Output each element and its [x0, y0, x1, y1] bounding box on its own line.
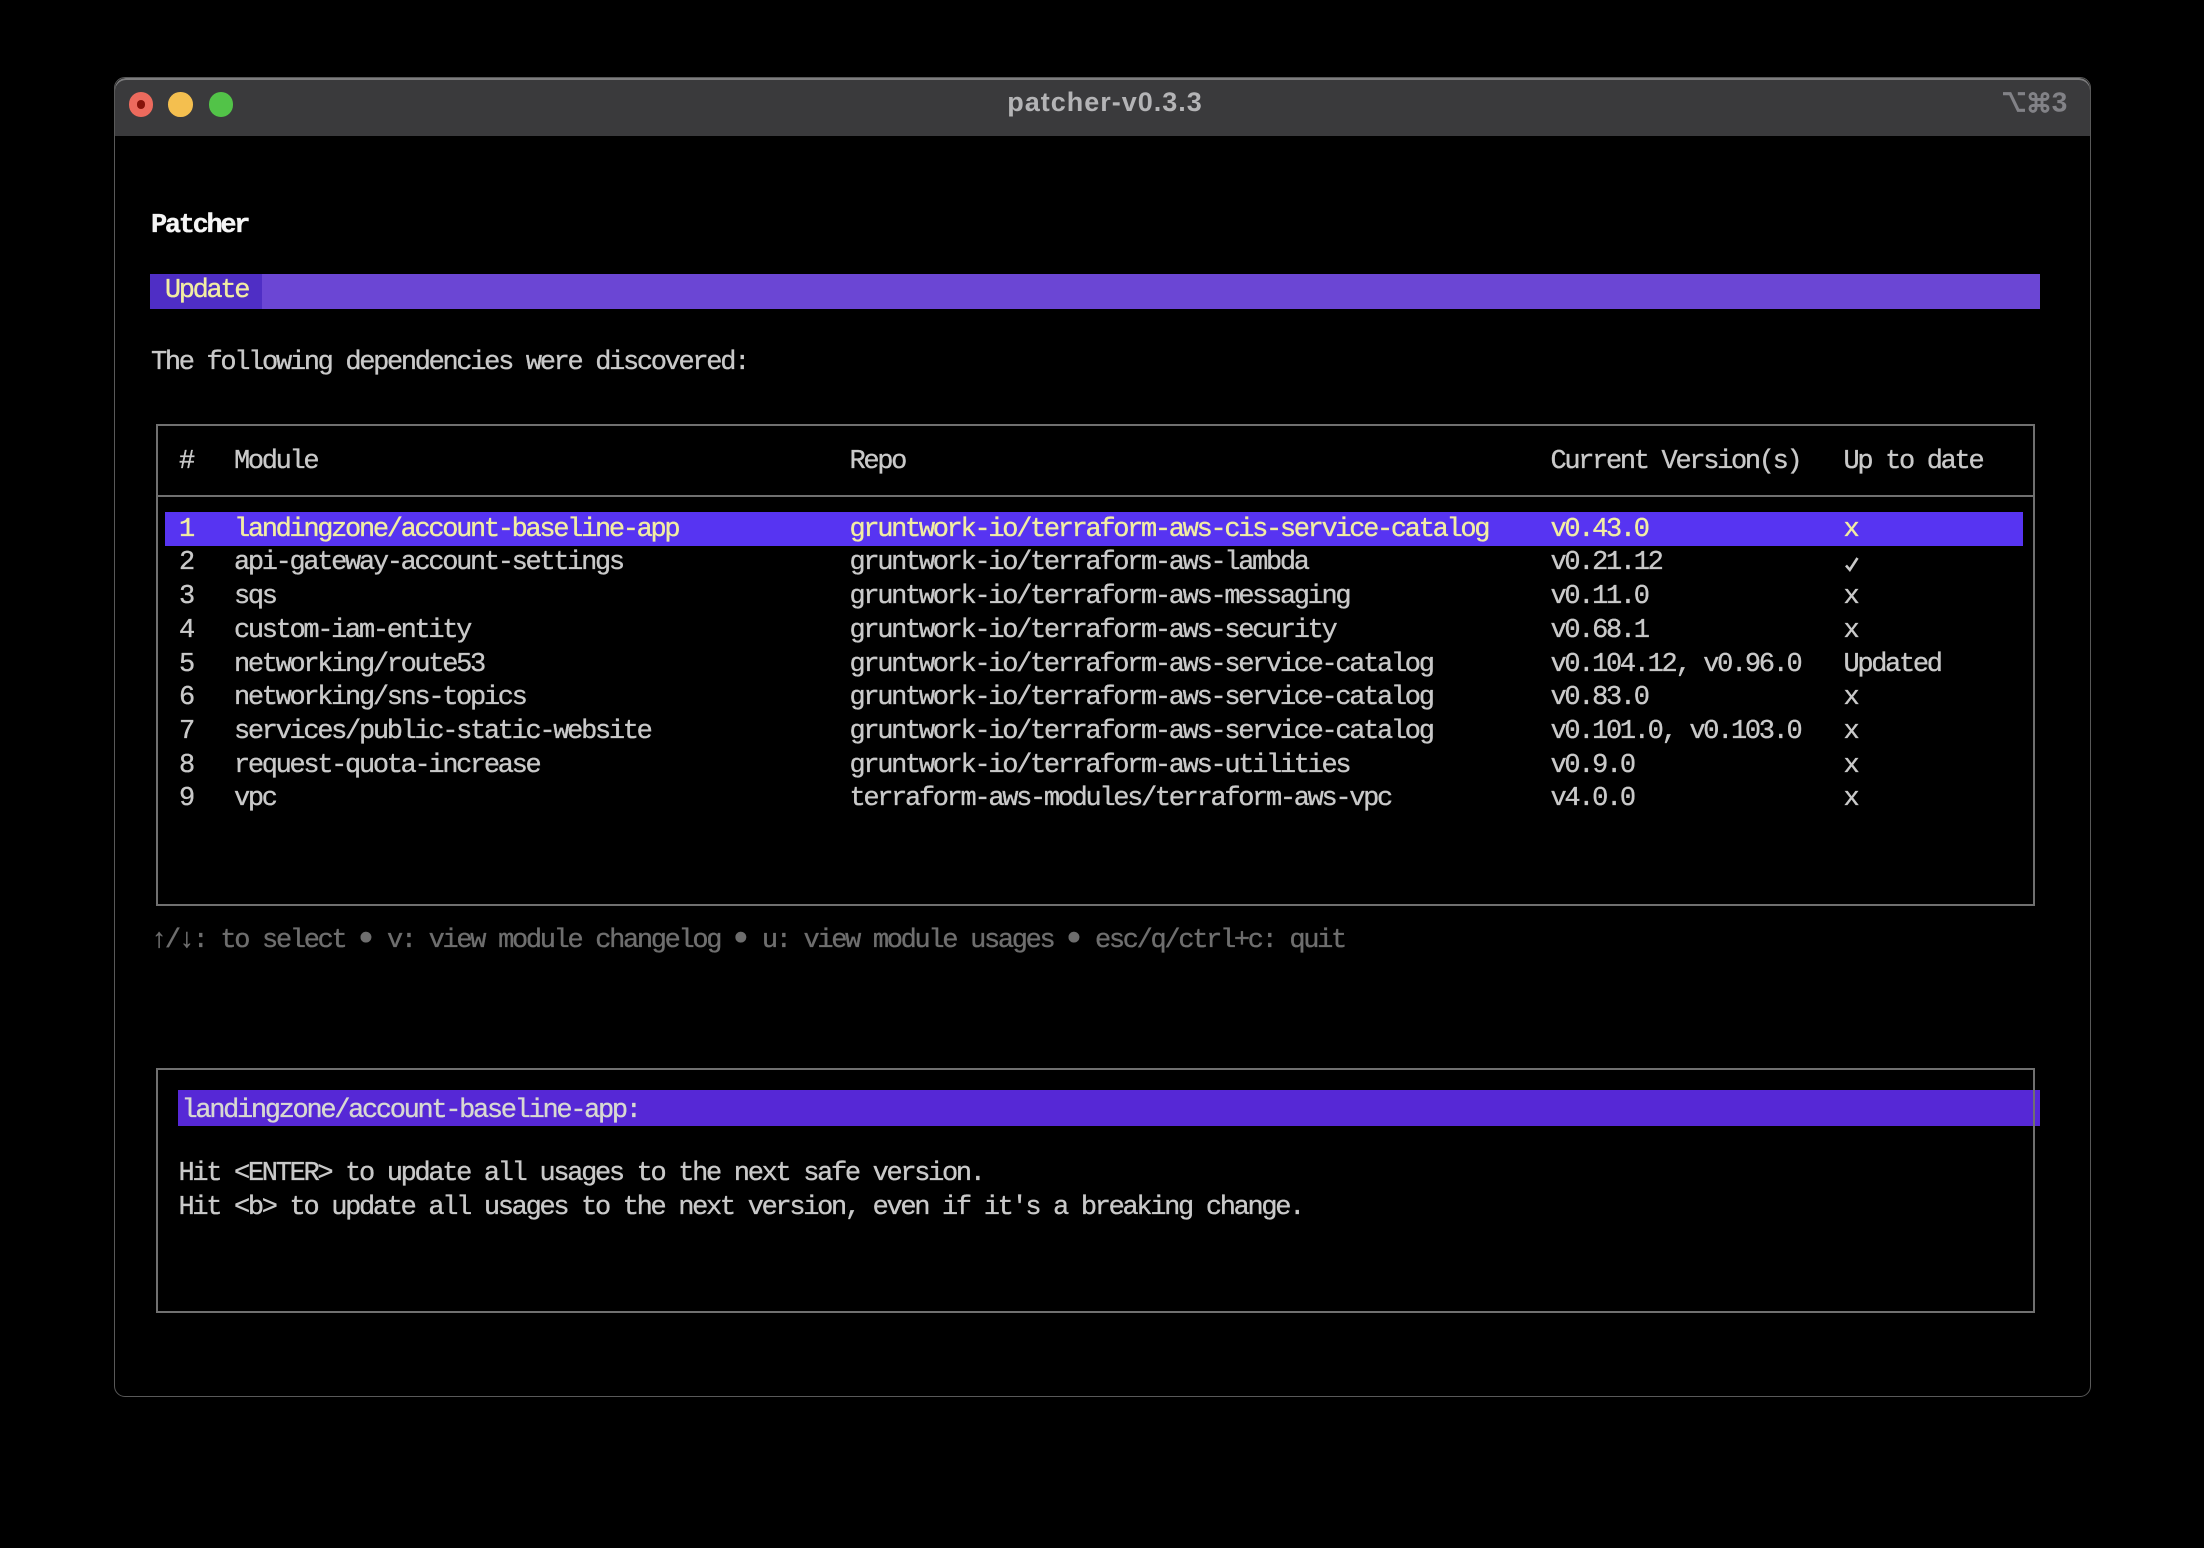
svg-text:3: 3: [2052, 89, 2068, 115]
